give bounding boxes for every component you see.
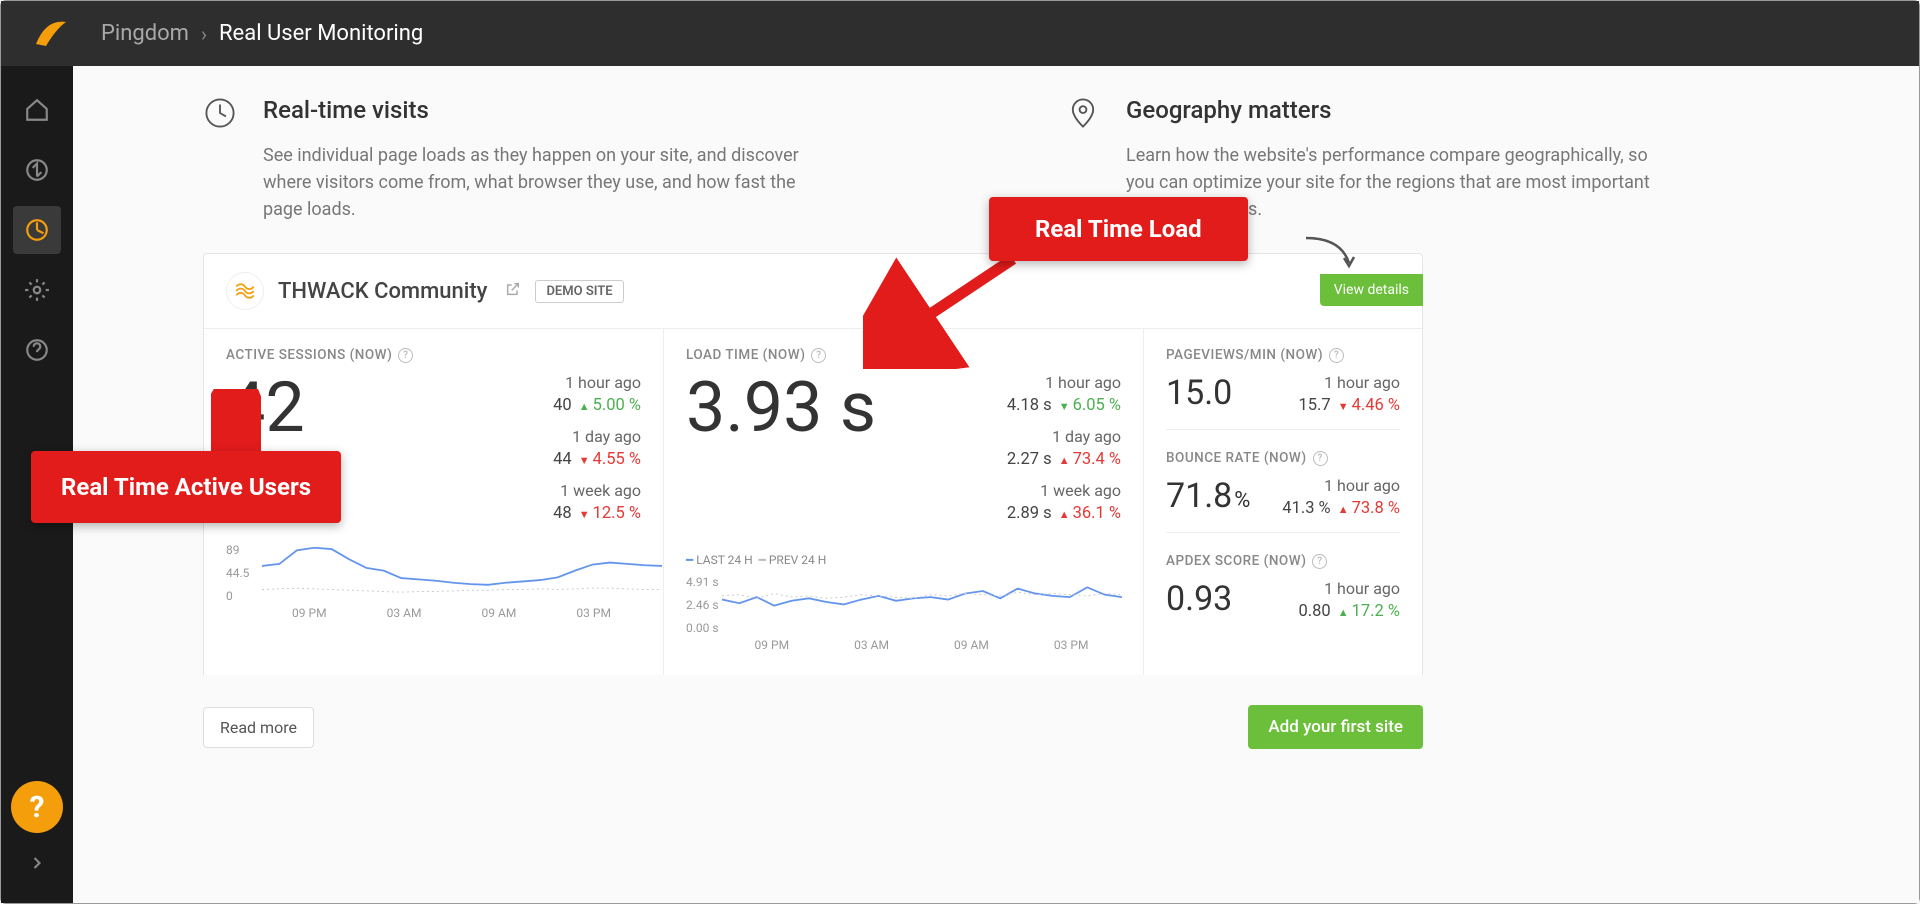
- info-icon[interactable]: ?: [398, 348, 413, 363]
- demo-badge: DEMO SITE: [535, 280, 623, 303]
- info-icon[interactable]: ?: [1312, 554, 1327, 569]
- load-time-label: LOAD TIME (NOW): [686, 347, 805, 363]
- sidebar-expand-icon[interactable]: [17, 843, 57, 883]
- down-triangle-icon: ▼: [579, 508, 590, 521]
- clock-icon: [203, 96, 243, 136]
- read-more-button[interactable]: Read more: [203, 707, 314, 748]
- site-panel: THWACK Community DEMO SITE View details …: [203, 253, 1423, 675]
- bounce-rate-value: 71.8%: [1166, 476, 1250, 516]
- view-details-button[interactable]: View details: [1320, 274, 1423, 306]
- up-triangle-icon: ▲: [1059, 508, 1070, 521]
- breadcrumb-current: Real User Monitoring: [219, 21, 423, 46]
- down-triangle-icon: ▼: [1059, 400, 1070, 413]
- map-pin-icon: [1066, 96, 1106, 136]
- main-content: Real-time visits See individual page loa…: [73, 66, 1919, 903]
- nav-transactions[interactable]: [13, 146, 61, 194]
- site-name[interactable]: THWACK Community: [278, 279, 487, 304]
- arrow-icon: [863, 249, 1023, 369]
- breadcrumb-parent[interactable]: Pingdom: [101, 21, 189, 46]
- arrow-curve-icon: [1301, 233, 1361, 273]
- legend-prev-icon: ━: [759, 553, 766, 567]
- solarwinds-logo-icon: [31, 14, 71, 54]
- chevron-right-icon: ›: [201, 22, 207, 46]
- apdex-label: APDEX SCORE (NOW): [1166, 553, 1306, 569]
- nav-rum[interactable]: [13, 206, 61, 254]
- site-favicon-icon: [226, 272, 264, 310]
- apdex-value: 0.93: [1166, 579, 1232, 619]
- external-link-icon[interactable]: [505, 281, 521, 301]
- nav-home[interactable]: [13, 86, 61, 134]
- up-triangle-icon: ▲: [579, 400, 590, 413]
- load-time-value: 3.93 s: [686, 373, 876, 535]
- pageviews-value: 15.0: [1166, 373, 1232, 413]
- down-triangle-icon: ▼: [579, 454, 590, 467]
- callout-active-users: Real Time Active Users: [31, 451, 341, 523]
- info-icon[interactable]: ?: [811, 348, 826, 363]
- intro-realtime-desc: See individual page loads as they happen…: [263, 142, 803, 223]
- nav-settings[interactable]: [13, 266, 61, 314]
- pageviews-label: PAGEVIEWS/MIN (NOW): [1166, 347, 1323, 363]
- bounce-rate-label: BOUNCE RATE (NOW): [1166, 450, 1307, 466]
- intro-realtime-title: Real-time visits: [263, 96, 803, 124]
- up-triangle-icon: ▲: [1059, 454, 1070, 467]
- nav-help[interactable]: [13, 326, 61, 374]
- down-triangle-icon: ▼: [1338, 400, 1349, 413]
- info-icon[interactable]: ?: [1329, 348, 1344, 363]
- callout-load-time: Real Time Load: [989, 197, 1248, 261]
- help-fab-icon[interactable]: ?: [11, 781, 63, 833]
- load-time-chart: 4.91 s2.46 s0.00 s 09 PM03 AM09 AM03 PM: [686, 575, 1121, 655]
- intro-geo-title: Geography matters: [1126, 96, 1666, 124]
- info-icon[interactable]: ?: [1313, 451, 1328, 466]
- up-triangle-icon: ▲: [1338, 606, 1349, 619]
- legend-current-icon: ━: [686, 553, 693, 567]
- add-first-site-button[interactable]: Add your first site: [1248, 705, 1423, 749]
- active-sessions-label: ACTIVE SESSIONS (NOW): [226, 347, 392, 363]
- up-triangle-icon: ▲: [1338, 503, 1349, 516]
- active-sessions-chart: 8944.50 09 PM03 AM09 AM03 PM: [226, 543, 641, 623]
- topbar: Pingdom › Real User Monitoring: [1, 1, 1919, 66]
